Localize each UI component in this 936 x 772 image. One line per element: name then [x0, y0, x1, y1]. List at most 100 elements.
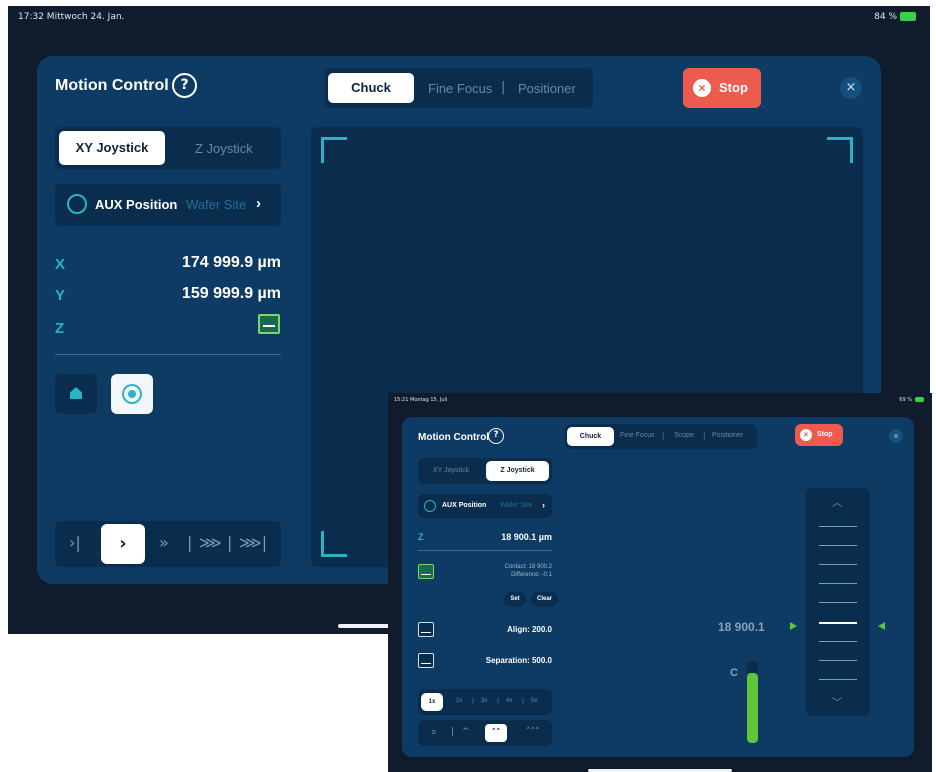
- help-icon[interactable]: ?: [172, 73, 197, 98]
- multiplier-2x[interactable]: 2x: [456, 698, 462, 704]
- clear-button[interactable]: Clear: [531, 592, 558, 607]
- stop-x-icon: ×: [800, 429, 812, 441]
- z-axis-label: Z: [418, 532, 424, 542]
- aux-position-row[interactable]: AUX Position Wafer Site ›: [418, 494, 552, 518]
- divider: [418, 550, 552, 551]
- stop-button[interactable]: × Stop: [683, 68, 761, 108]
- z-slider-rail[interactable]: ︿ ﹀: [806, 488, 870, 716]
- speed-slow-button[interactable]: ›: [101, 524, 145, 564]
- battery-percent: 84 %: [874, 12, 897, 22]
- device-tabs: Chuck Fine Focus | Scope | Positioner: [565, 424, 757, 449]
- tab-positioner[interactable]: Positioner: [518, 81, 576, 96]
- panel-title: Motion Control: [418, 432, 490, 443]
- aux-position-label: AUX Position: [95, 197, 178, 212]
- multiplier-1x[interactable]: 1x: [421, 693, 443, 711]
- home-button[interactable]: [55, 374, 97, 414]
- rail-current-position: [819, 622, 857, 624]
- speed-separator: |: [187, 533, 193, 552]
- separation-icon[interactable]: [418, 653, 434, 668]
- panel-title: Motion Control: [55, 77, 169, 94]
- step-triple-up-icon[interactable]: ˄˄˄: [526, 727, 540, 737]
- multiplier-selector: 1x 2x | 3x | 4x | 5x: [418, 689, 552, 715]
- z-contact-icon[interactable]: [258, 314, 280, 334]
- tab-xy-joystick[interactable]: XY Joystick: [59, 131, 165, 165]
- tab-separator: |: [662, 432, 665, 440]
- aux-target-icon: [67, 194, 87, 214]
- stop-label: Stop: [719, 80, 748, 95]
- corner-bracket: [321, 137, 347, 163]
- close-icon[interactable]: ×: [840, 77, 862, 99]
- corner-bracket: [827, 137, 853, 163]
- speed-step-icon[interactable]: ›|: [69, 533, 81, 552]
- step-up-icon[interactable]: ^: [462, 727, 470, 737]
- multiplier-5x[interactable]: 5x: [531, 698, 537, 704]
- speed-max-icon[interactable]: ⋙|: [239, 533, 267, 552]
- contact-icon[interactable]: [418, 564, 434, 579]
- joystick-tabs: XY Joystick Z Joystick: [55, 127, 281, 169]
- speed-fast-icon[interactable]: ⋙: [199, 533, 222, 552]
- tab-fine-focus[interactable]: Fine Focus: [620, 432, 655, 439]
- set-button[interactable]: Set: [504, 592, 526, 607]
- device-tabs: Chuck Fine Focus | Positioner: [325, 68, 593, 108]
- tab-positioner[interactable]: Positioner: [712, 432, 743, 439]
- z-axis-label: Z: [55, 320, 65, 337]
- battery-icon: [900, 12, 916, 21]
- tab-xy-joystick[interactable]: XY Joystick: [433, 467, 469, 474]
- x-axis-label: X: [55, 256, 66, 273]
- tab-z-joystick[interactable]: Z Joystick: [486, 461, 549, 481]
- chevron-up-icon[interactable]: ︿: [832, 494, 842, 509]
- rail-tick: [819, 660, 857, 661]
- contact-gauge-label: C: [730, 667, 738, 679]
- target-button[interactable]: [111, 374, 153, 414]
- tab-z-joystick[interactable]: Z Joystick: [195, 141, 253, 156]
- status-bar: 17:32 Mittwoch 24. Jan. 84 %: [8, 6, 930, 26]
- speed-medium-icon[interactable]: »: [159, 533, 169, 552]
- aux-position-sub: Wafer Site: [186, 197, 247, 212]
- multiplier-4x[interactable]: 4x: [506, 698, 512, 704]
- divider: [55, 354, 281, 355]
- separation-value: Separation: 500.0: [485, 656, 552, 665]
- step-selector: ⌅ | ^ ˄˄ ˄˄˄: [418, 720, 552, 746]
- rail-tick: [819, 583, 857, 584]
- tab-separator: |: [501, 80, 506, 95]
- motion-control-panel: Motion Control ? Chuck Fine Focus | Scop…: [402, 417, 914, 757]
- rail-tick: [819, 641, 857, 642]
- tab-separator: |: [703, 432, 706, 440]
- z-axis-value: 18 900.1 µm: [501, 532, 552, 542]
- tab-chuck[interactable]: Chuck: [567, 427, 614, 446]
- speed-selector: ›| › » | ⋙ | ⋙|: [55, 521, 281, 567]
- contact-gauge: [747, 661, 758, 743]
- contact-gauge-fill: [747, 673, 758, 743]
- aux-position-row[interactable]: AUX Position Wafer Site ›: [55, 184, 281, 226]
- battery-percent: 69 %: [899, 397, 912, 403]
- multiplier-separator: |: [472, 698, 475, 705]
- status-time: 15:21 Montag 15. Juli: [394, 397, 448, 403]
- chevron-down-icon[interactable]: ﹀: [832, 694, 842, 709]
- align-icon[interactable]: [418, 622, 434, 637]
- rail-tick: [819, 564, 857, 565]
- rail-tick: [819, 679, 857, 680]
- step-top-icon[interactable]: ⌅: [430, 727, 438, 737]
- rail-tick: [819, 545, 857, 546]
- tab-chuck[interactable]: Chuck: [328, 73, 414, 103]
- help-icon[interactable]: ?: [488, 428, 504, 444]
- multiplier-separator: |: [497, 698, 500, 705]
- close-icon[interactable]: ×: [889, 429, 903, 443]
- status-time: 17:32 Mittwoch 24. Jan.: [18, 12, 125, 22]
- stop-button[interactable]: × Stop: [795, 424, 843, 446]
- step-double-up-button[interactable]: ˄˄: [485, 724, 507, 742]
- tab-scope[interactable]: Scope: [674, 432, 694, 439]
- battery-status: 69 %: [899, 397, 924, 403]
- chevron-right-icon: ›: [256, 195, 261, 212]
- y-axis-label: Y: [55, 287, 66, 304]
- multiplier-3x[interactable]: 3x: [481, 698, 487, 704]
- position-marker-icon: [790, 622, 797, 630]
- step-separator: |: [451, 727, 455, 737]
- aux-position-label: AUX Position: [442, 502, 487, 509]
- battery-icon: [915, 397, 924, 402]
- stop-x-icon: ×: [693, 79, 711, 97]
- tab-fine-focus[interactable]: Fine Focus: [428, 81, 492, 96]
- speed-separator: |: [227, 533, 233, 552]
- z-readout: 18 900.1: [718, 620, 765, 634]
- align-value: Align: 200.0: [507, 625, 552, 634]
